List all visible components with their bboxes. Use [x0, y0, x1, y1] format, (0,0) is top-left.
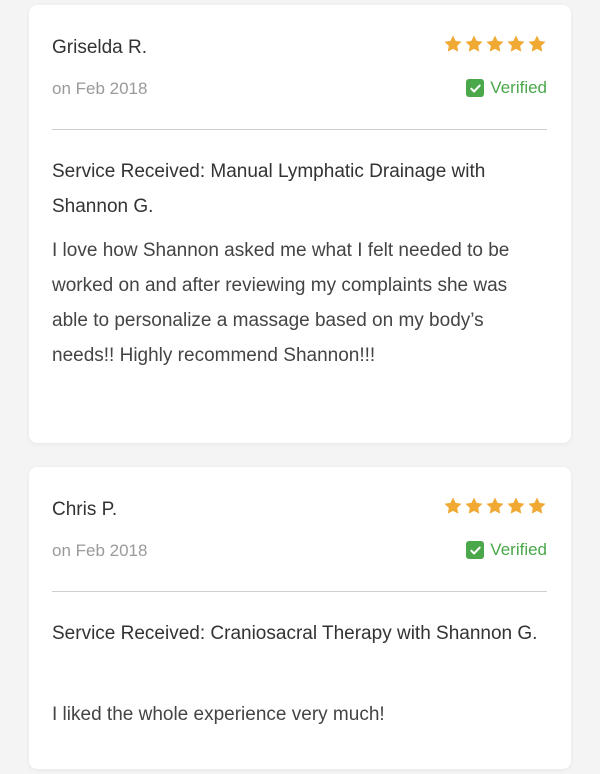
- star-icon: [486, 497, 504, 514]
- review-text: I liked the whole experience very much!: [52, 704, 385, 725]
- verified-badge: Verified: [466, 77, 547, 99]
- star-rating: [443, 34, 547, 54]
- star-icon: [528, 35, 546, 52]
- review-text: I love how Shannon asked me what I felt …: [52, 240, 510, 366]
- star-icon: [486, 35, 504, 52]
- service-received: Service Received: Craniosacral Therapy w…: [52, 623, 538, 644]
- review-date: on Feb 2018: [52, 79, 148, 98]
- star-icon: [528, 497, 546, 514]
- reviewer-name: Chris P.: [52, 499, 118, 520]
- reviewer-name: Griselda R.: [52, 37, 148, 58]
- checkbox-checked-icon: [466, 79, 485, 97]
- verified-badge: Verified: [466, 539, 547, 561]
- star-icon: [444, 497, 462, 514]
- star-rating: [443, 496, 547, 516]
- verified-label: Verified: [490, 540, 547, 559]
- divider: [52, 129, 547, 130]
- star-icon: [465, 35, 483, 52]
- divider: [52, 591, 547, 592]
- review-card: Griselda R. on Feb 2018 Verified Service…: [29, 5, 571, 443]
- star-icon: [507, 497, 525, 514]
- service-received: Service Received: Manual Lymphatic Drain…: [52, 161, 486, 217]
- star-icon: [465, 497, 483, 514]
- star-icon: [507, 35, 525, 52]
- review-card: Chris P. on Feb 2018 Verified Service Re…: [29, 467, 571, 769]
- star-icon: [444, 35, 462, 52]
- review-date: on Feb 2018: [52, 541, 148, 560]
- verified-label: Verified: [490, 78, 547, 97]
- checkbox-checked-icon: [466, 541, 485, 559]
